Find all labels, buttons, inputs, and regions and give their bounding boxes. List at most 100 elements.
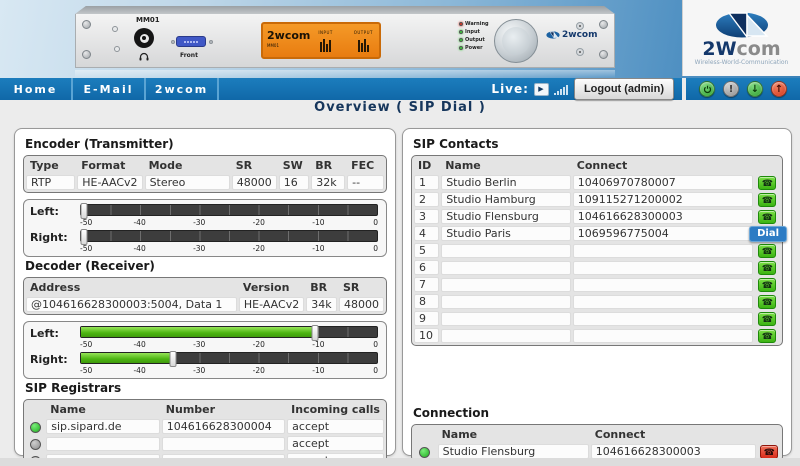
col-mode: Mode	[145, 158, 230, 173]
col-version: Version	[239, 280, 304, 295]
page-title: Overview ( SIP Dial )	[0, 100, 800, 115]
dial-button[interactable]: ☎	[758, 329, 776, 343]
connection-table: Name Connect Studio Flensburg 1046166283…	[411, 424, 783, 462]
contact-name	[441, 295, 571, 309]
nav-item-email[interactable]: E-Mail	[73, 78, 146, 100]
level-meter-track	[80, 326, 378, 338]
table-header-row: Name Number Incoming calls	[26, 402, 384, 417]
contact-id: 8	[414, 294, 439, 309]
table-row: 1 Studio Berlin 10406970780007 ☎	[414, 175, 780, 190]
device-led-warning: Warning	[459, 21, 489, 27]
nav-bar: Home E-Mail 2wcom Live: ▶ Logout (admin)…	[0, 78, 800, 100]
live-label: Live:	[491, 82, 529, 96]
device-button	[576, 48, 584, 56]
level-meter-fill	[81, 327, 315, 337]
dial-button[interactable]: ☎	[758, 261, 776, 275]
dial-button[interactable]: ☎	[758, 312, 776, 326]
decoder-sr: 48000	[339, 297, 384, 312]
decoder-address: @104616628300003:5004, Data 1	[26, 297, 237, 312]
col-led	[26, 402, 44, 417]
col-sw: SW	[279, 158, 310, 173]
table-row: 8 ☎	[414, 294, 780, 309]
contacts-section-title: SIP Contacts	[413, 137, 783, 151]
up-arrow-icon: ↑	[775, 84, 783, 95]
contact-id: 3	[414, 209, 439, 224]
hangup-button[interactable]: ☎	[760, 445, 778, 459]
table-row: sip.sipard.de 104616628300004 accept	[26, 419, 384, 434]
encoder-fec: --	[347, 175, 384, 190]
nav-left: Home E-Mail 2wcom Live: ▶ Logout (admin)	[0, 78, 682, 100]
device-front-panel: MM01 Front 2wcomMM01	[75, 14, 615, 68]
live-play-button[interactable]: ▶	[534, 83, 549, 96]
contact-connect	[573, 244, 753, 258]
table-row: 10 ☎	[414, 328, 780, 343]
table-header-row: Address Version BR SR	[26, 280, 384, 295]
upload-button[interactable]: ↑	[771, 81, 787, 97]
left-panel: Encoder (Transmitter) Type Format Mode S…	[14, 128, 396, 456]
phone-icon: ☎	[762, 280, 773, 290]
device-led-input: Input	[459, 29, 489, 35]
contact-name: Studio Berlin	[441, 175, 571, 190]
connector-screw-icon	[171, 40, 175, 44]
decoder-version: HE-AACv2	[239, 297, 304, 312]
nav-item-2wcom[interactable]: 2wcom	[146, 78, 219, 100]
decoder-br: 34k	[306, 297, 337, 312]
table-row: accept	[26, 436, 384, 451]
registrars-table: Name Number Incoming calls sip.sipard.de…	[23, 399, 387, 466]
dial-button[interactable]: ☎	[758, 193, 776, 207]
col-fec: FEC	[347, 158, 384, 173]
table-row: 7 ☎	[414, 277, 780, 292]
alert-button[interactable]: !	[723, 81, 739, 97]
col-incoming-calls: Incoming calls	[287, 402, 384, 417]
registrar-name: sip.sipard.de	[46, 419, 160, 434]
col-led	[414, 427, 436, 442]
contact-connect: 10406970780007	[573, 175, 753, 190]
device-led-output: Output	[459, 37, 489, 43]
table-row: 5 ☎	[414, 243, 780, 258]
screw-icon	[82, 50, 91, 59]
power-button[interactable]	[699, 81, 715, 97]
status-button-bar: ! ↓ ↑	[686, 78, 800, 100]
contact-id: 6	[414, 260, 439, 275]
right-panel: SIP Contacts ID Name Connect 1 Studio Be…	[402, 128, 792, 456]
dial-button[interactable]: ☎	[758, 278, 776, 292]
nav-item-home[interactable]: Home	[0, 78, 73, 100]
indicator-icon	[114, 46, 120, 52]
encoder-level-meters: Left: -50-40-30-20-100 Right:	[23, 199, 387, 257]
company-logo-icon	[715, 10, 769, 40]
contact-connect	[573, 278, 753, 292]
dial-button[interactable]: ☎	[758, 176, 776, 190]
logout-button[interactable]: Logout (admin)	[574, 78, 674, 100]
contact-name	[441, 329, 571, 343]
col-connect: Connect	[591, 427, 757, 442]
col-br: BR	[306, 280, 337, 295]
dial-button[interactable]: ☎	[758, 295, 776, 309]
signal-bars-icon	[554, 84, 568, 95]
contact-connect	[573, 261, 753, 275]
alert-icon: !	[729, 84, 734, 95]
dial-button[interactable]: ☎	[758, 210, 776, 224]
level-meter-track	[80, 352, 378, 364]
col-format: Format	[77, 158, 142, 173]
meter-scale: -50-40-30-20-100	[80, 340, 378, 349]
contacts-table: ID Name Connect 1 Studio Berlin 10406970…	[411, 155, 783, 346]
device-top-face	[75, 6, 615, 14]
table-row: @104616628300003:5004, Data 1 HE-AACv2 3…	[26, 297, 384, 312]
contact-id: 5	[414, 243, 439, 258]
phone-icon: ☎	[762, 246, 773, 256]
contact-name: Studio Hamburg	[441, 192, 571, 207]
contact-connect: 104616628300003	[573, 209, 753, 224]
dial-button[interactable]: ☎	[758, 244, 776, 258]
screw-icon	[599, 20, 608, 29]
company-logo-text: 2Wcom	[702, 40, 780, 58]
contact-id: 9	[414, 311, 439, 326]
download-button[interactable]: ↓	[747, 81, 763, 97]
level-meter-handle	[311, 325, 318, 341]
front-connector	[176, 36, 206, 47]
contact-name	[441, 261, 571, 275]
indicator-icon	[112, 26, 118, 32]
encoder-br: 32k	[311, 175, 345, 190]
contact-id: 1	[414, 175, 439, 190]
table-row: 6 ☎	[414, 260, 780, 275]
registrar-status-led	[30, 422, 41, 433]
